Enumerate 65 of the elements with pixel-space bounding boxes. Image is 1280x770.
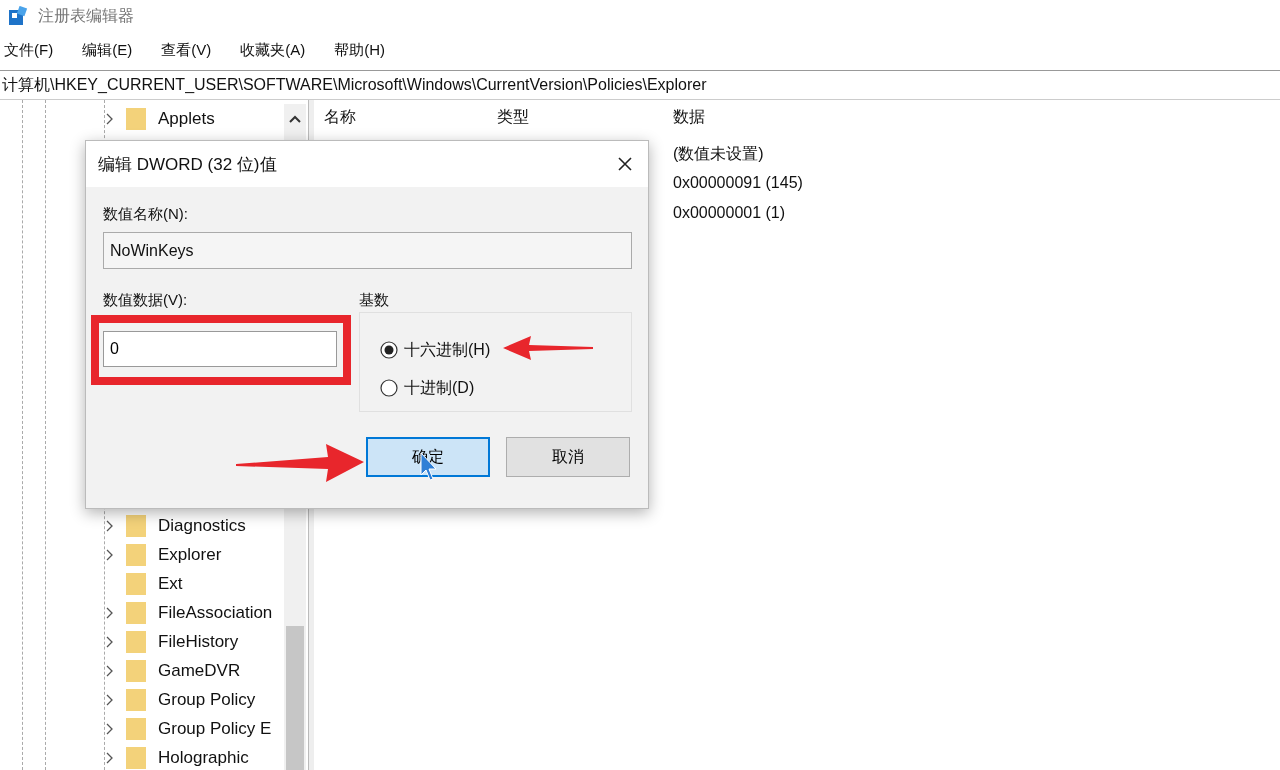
table-cell: 0x00000001 (1) bbox=[673, 204, 786, 222]
tree-row[interactable]: FileAssociation bbox=[106, 598, 308, 627]
tree-item[interactable]: FileHistory bbox=[158, 631, 239, 652]
value-data-field[interactable]: 0 bbox=[103, 331, 337, 367]
menu-item[interactable]: 收藏夹(A) bbox=[240, 40, 315, 60]
column-header[interactable]: 类型 bbox=[497, 107, 529, 128]
dialog-button[interactable]: 取消 bbox=[506, 437, 630, 477]
folder-icon bbox=[126, 513, 146, 538]
menu-item[interactable]: 文件(F) bbox=[4, 40, 63, 60]
folder-icon bbox=[126, 629, 146, 654]
folder-icon bbox=[126, 716, 146, 741]
radio-option[interactable]: 十六进制(H) bbox=[380, 331, 631, 369]
folder-icon bbox=[126, 745, 146, 770]
group-label: 基数 bbox=[359, 291, 390, 310]
chevron-icon[interactable] bbox=[106, 693, 114, 706]
tree-row[interactable]: Holographic bbox=[106, 743, 308, 770]
tree-row[interactable]: GameDVR bbox=[106, 656, 308, 685]
dialog-title: 编辑 DWORD (32 位)值 bbox=[98, 153, 277, 176]
column-header[interactable]: 名称 bbox=[324, 107, 356, 128]
folder-icon bbox=[126, 687, 146, 712]
folder-icon bbox=[126, 600, 146, 625]
tree-row[interactable]: Applets bbox=[106, 104, 308, 133]
window-title: 注册表编辑器 bbox=[38, 5, 134, 26]
tree-item[interactable]: Holographic bbox=[158, 747, 249, 768]
address-bar[interactable]: 计算机\HKEY_CURRENT_USER\SOFTWARE\Microsoft\Windows\CurrentVersion\Policies\Explorer bbox=[0, 70, 1280, 100]
chevron-icon[interactable] bbox=[106, 635, 114, 648]
close-icon[interactable] bbox=[618, 157, 632, 171]
tree-item[interactable]: Explorer bbox=[158, 544, 222, 565]
chevron-icon[interactable] bbox=[106, 722, 114, 735]
menu-item[interactable]: 帮助(H) bbox=[334, 40, 394, 60]
value-name-field[interactable]: NoWinKeys bbox=[103, 232, 632, 269]
folder-icon bbox=[126, 542, 146, 567]
tree-item[interactable]: GameDVR bbox=[158, 660, 241, 681]
tree-item[interactable]: Group Policy E bbox=[158, 718, 272, 739]
tree-item[interactable]: Ext bbox=[158, 573, 183, 594]
field-label: 数值名称(N): bbox=[103, 205, 189, 224]
chevron-icon[interactable] bbox=[106, 519, 114, 532]
table-cell-text: (数值未设置) bbox=[673, 144, 764, 164]
radio-option[interactable]: 十进制(D) bbox=[380, 369, 631, 407]
tree-row[interactable]: Group Policy bbox=[106, 685, 308, 714]
tree-row[interactable]: Explorer bbox=[106, 540, 308, 569]
table-cell: 0x00000091 (145) bbox=[673, 174, 803, 192]
radio-button[interactable] bbox=[380, 341, 398, 359]
registry-icon bbox=[8, 6, 28, 26]
chevron-icon[interactable] bbox=[106, 112, 114, 125]
radio-button[interactable] bbox=[380, 379, 398, 397]
tree-row[interactable]: Diagnostics bbox=[106, 511, 308, 540]
column-header[interactable]: 数据 bbox=[673, 107, 705, 128]
folder-icon bbox=[126, 571, 146, 596]
menu-item[interactable]: 查看(V) bbox=[161, 40, 221, 60]
chevron-icon[interactable] bbox=[106, 606, 114, 619]
tree-row[interactable]: FileHistory bbox=[106, 627, 308, 656]
tree-row[interactable]: Group Policy E bbox=[106, 714, 308, 743]
folder-icon bbox=[126, 658, 146, 683]
tree-item[interactable]: Diagnostics bbox=[158, 515, 246, 536]
chevron-icon[interactable] bbox=[106, 664, 114, 677]
chevron-icon[interactable] bbox=[106, 751, 114, 764]
chevron-icon[interactable] bbox=[106, 548, 114, 561]
tree-item[interactable]: Group Policy bbox=[158, 689, 256, 710]
folder-icon bbox=[126, 106, 146, 131]
field-label: 数值数据(V): bbox=[103, 291, 189, 310]
tree-row[interactable]: Ext bbox=[106, 569, 308, 598]
tree-item[interactable]: Applets bbox=[158, 108, 215, 129]
menu-item[interactable]: 编辑(E) bbox=[82, 40, 142, 60]
tree-item[interactable]: FileAssociation bbox=[158, 602, 273, 623]
